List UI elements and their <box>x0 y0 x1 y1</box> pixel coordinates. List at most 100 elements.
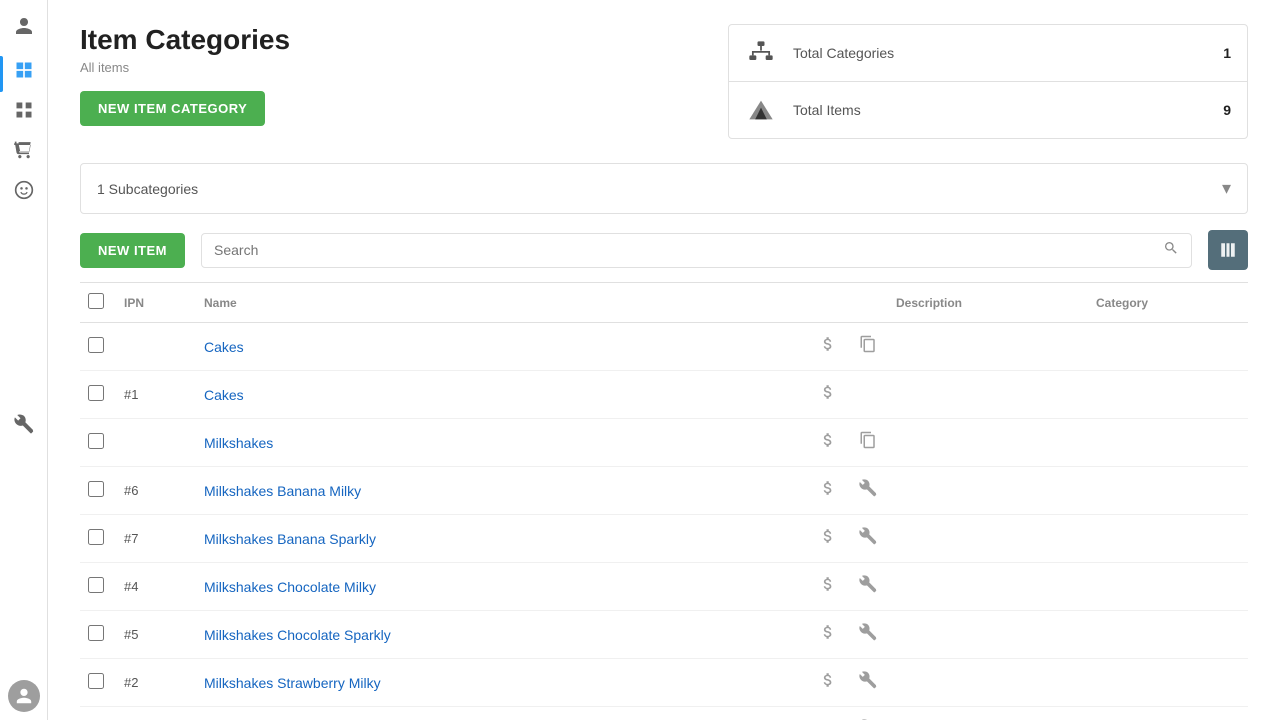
face-icon <box>14 180 34 200</box>
cell-ipn: #1 <box>116 371 196 419</box>
item-link[interactable]: Milkshakes Strawberry Milky <box>204 675 381 691</box>
select-all-checkbox[interactable] <box>88 293 104 309</box>
row-checkbox[interactable] <box>88 529 104 545</box>
tools-button[interactable] <box>857 669 879 696</box>
dollar-button[interactable] <box>817 333 839 360</box>
row-checkbox[interactable] <box>88 337 104 353</box>
cell-ipn: #6 <box>116 467 196 515</box>
item-link[interactable]: Milkshakes Chocolate Milky <box>204 579 376 595</box>
view-columns-icon <box>1219 241 1237 259</box>
cell-dollar <box>808 323 848 371</box>
dollar-icon <box>819 383 837 401</box>
item-link[interactable]: Cakes <box>204 387 244 403</box>
cell-description <box>888 611 1088 659</box>
tools-button[interactable] <box>857 621 879 648</box>
row-checkbox[interactable] <box>88 577 104 593</box>
tools-button[interactable] <box>857 525 879 552</box>
cell-name: Milkshakes Banana Sparkly <box>196 515 808 563</box>
item-link[interactable]: Milkshakes <box>204 435 273 451</box>
avatar-icon <box>15 687 33 705</box>
table-row: #2 Milkshakes Strawberry Milky <box>80 659 1248 707</box>
dollar-button[interactable] <box>817 669 839 696</box>
cell-name: Cakes <box>196 371 808 419</box>
table-row: #7 Milkshakes Banana Sparkly <box>80 515 1248 563</box>
sidebar-item-tools[interactable] <box>6 406 42 442</box>
cell-category <box>1088 419 1248 467</box>
sidebar-item-cart[interactable] <box>6 132 42 168</box>
item-link[interactable]: Milkshakes Chocolate Sparkly <box>204 627 391 643</box>
item-link[interactable]: Milkshakes Banana Milky <box>204 483 361 499</box>
search-input[interactable] <box>214 242 1163 258</box>
cell-dollar <box>808 659 848 707</box>
cell-dollar <box>808 467 848 515</box>
cart-icon <box>14 140 34 160</box>
new-item-category-button[interactable]: NEW ITEM CATEGORY <box>80 91 265 126</box>
item-link[interactable]: Milkshakes Banana Sparkly <box>204 531 376 547</box>
dollar-button[interactable] <box>817 573 839 600</box>
cell-dollar <box>808 707 848 720</box>
copy-button[interactable] <box>857 429 879 456</box>
chevron-down-icon: ▾ <box>1222 178 1231 199</box>
cell-name: Milkshakes <box>196 419 808 467</box>
cell-dollar <box>808 419 848 467</box>
copy-icon <box>859 335 877 353</box>
cell-action2 <box>848 467 888 515</box>
table-row: #5 Milkshakes Chocolate Sparkly <box>80 611 1248 659</box>
total-categories-label: Total Categories <box>793 45 1207 61</box>
dollar-button[interactable] <box>817 621 839 648</box>
cell-action2 <box>848 563 888 611</box>
main-content: Item Categories All items NEW ITEM CATEG… <box>48 0 1280 720</box>
cell-description <box>888 707 1088 720</box>
cell-description <box>888 515 1088 563</box>
dollar-button[interactable] <box>817 525 839 552</box>
sidebar-item-user[interactable] <box>6 8 42 44</box>
cell-name: Milkshakes Chocolate Milky <box>196 563 808 611</box>
tools-button[interactable] <box>857 573 879 600</box>
cell-ipn: #4 <box>116 563 196 611</box>
cell-name: Milkshakes Strawberry Sparkly <box>196 707 808 720</box>
sidebar-item-face[interactable] <box>6 172 42 208</box>
subcategories-dropdown[interactable]: 1 Subcategories ▾ <box>80 163 1248 214</box>
cell-category <box>1088 707 1248 720</box>
cell-ipn: #2 <box>116 659 196 707</box>
row-checkbox[interactable] <box>88 385 104 401</box>
cell-category <box>1088 467 1248 515</box>
cell-dollar <box>808 515 848 563</box>
view-toggle-button[interactable] <box>1208 230 1248 270</box>
cell-name: Milkshakes Chocolate Sparkly <box>196 611 808 659</box>
table-row: #4 Milkshakes Chocolate Milky <box>80 563 1248 611</box>
header-action1 <box>808 283 848 323</box>
cell-action2 <box>848 611 888 659</box>
categories-icon <box>745 37 777 69</box>
copy-button[interactable] <box>857 333 879 360</box>
stats-section: Total Categories 1 Total Items 9 <box>728 24 1248 139</box>
dollar-button[interactable] <box>817 429 839 456</box>
dollar-icon <box>819 671 837 689</box>
dollar-button[interactable] <box>817 477 839 504</box>
avatar[interactable] <box>8 680 40 712</box>
header-description: Description <box>888 283 1088 323</box>
header-name: Name <box>196 283 808 323</box>
cell-ipn: #7 <box>116 515 196 563</box>
dollar-button[interactable] <box>817 381 839 408</box>
new-item-button[interactable]: NEW ITEM <box>80 233 185 268</box>
total-items-value: 9 <box>1223 102 1231 118</box>
total-categories-value: 1 <box>1223 45 1231 61</box>
total-categories-row: Total Categories 1 <box>729 25 1247 82</box>
sidebar-item-grid[interactable] <box>6 92 42 128</box>
cell-ipn: #5 <box>116 611 196 659</box>
cell-category <box>1088 563 1248 611</box>
cell-action2 <box>848 371 888 419</box>
row-checkbox[interactable] <box>88 673 104 689</box>
cell-ipn <box>116 323 196 371</box>
page-header: Item Categories All items NEW ITEM CATEG… <box>80 24 1248 139</box>
item-link[interactable]: Cakes <box>204 339 244 355</box>
row-checkbox[interactable] <box>88 481 104 497</box>
items-icon <box>745 94 777 126</box>
table-row: Cakes <box>80 323 1248 371</box>
copy-icon <box>859 431 877 449</box>
row-checkbox[interactable] <box>88 433 104 449</box>
tools-button[interactable] <box>857 477 879 504</box>
row-checkbox[interactable] <box>88 625 104 641</box>
sidebar-item-dashboard[interactable] <box>6 52 42 88</box>
